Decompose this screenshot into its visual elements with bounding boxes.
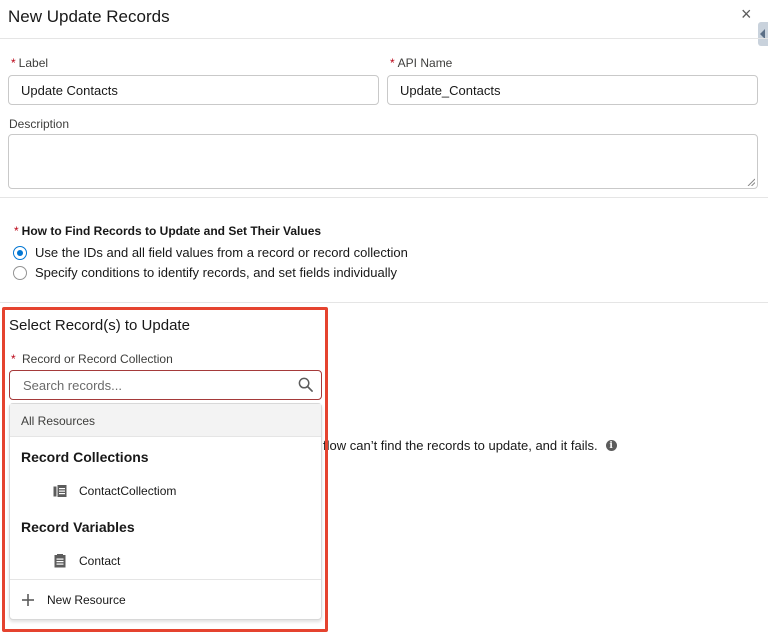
divider xyxy=(0,38,768,39)
radio-option-label: Use the IDs and all field values from a … xyxy=(35,245,408,260)
add-icon xyxy=(22,593,34,606)
all-resources-header[interactable]: All Resources xyxy=(10,404,321,437)
how-to-find-label: * How to Find Records to Update and Set T… xyxy=(14,224,322,238)
label-input-value: Update Contacts xyxy=(21,82,118,98)
radio-option-label: Specify conditions to identify records, … xyxy=(35,265,398,280)
list-item-contact[interactable]: Contact xyxy=(53,554,120,568)
record-icon xyxy=(54,554,66,568)
new-resource-label: New Resource xyxy=(47,592,126,607)
side-panel-toggle-icon[interactable] xyxy=(758,22,768,46)
divider xyxy=(0,197,768,198)
description-field-label: Description xyxy=(9,117,70,131)
radio-option-specify-conditions[interactable]: Specify conditions to identify records, … xyxy=(13,265,397,280)
list-item-label: Contact xyxy=(79,554,121,568)
divider xyxy=(0,302,768,303)
radio-button[interactable] xyxy=(13,265,27,280)
failure-note: flow can’t find the records to update, a… xyxy=(323,438,617,453)
radio-button[interactable] xyxy=(13,245,27,260)
list-item-label: ContactCollectiom xyxy=(79,484,177,498)
search-input[interactable] xyxy=(21,377,295,394)
list-item-contactcollectiom[interactable]: ContactCollectiom xyxy=(53,484,176,498)
label-field-label: * Label xyxy=(11,56,49,70)
radio-option-use-ids[interactable]: Use the IDs and all field values from a … xyxy=(13,245,408,260)
resize-handle-icon[interactable] xyxy=(747,178,755,186)
modal-title: New Update Records xyxy=(8,7,170,26)
resource-dropdown: All Resources Record Collections Contact… xyxy=(9,403,322,620)
new-resource-button[interactable]: New Resource xyxy=(10,579,321,619)
record-search-combobox[interactable] xyxy=(9,370,322,400)
search-icon[interactable] xyxy=(298,377,313,392)
description-textarea[interactable] xyxy=(8,134,758,189)
group-record-variables: Record Variables xyxy=(21,519,135,535)
section-title: Select Record(s) to Update xyxy=(9,317,190,334)
label-input[interactable]: Update Contacts xyxy=(8,75,379,105)
api-name-input[interactable]: Update_Contacts xyxy=(387,75,758,105)
collection-icon xyxy=(53,485,67,497)
close-icon[interactable]: × xyxy=(741,4,752,25)
api-name-field-label: * API Name xyxy=(390,56,453,70)
group-record-collections: Record Collections xyxy=(21,449,149,465)
info-icon[interactable]: i xyxy=(605,440,617,451)
record-collection-field-label: * Record or Record Collection xyxy=(11,352,173,366)
api-name-input-value: Update_Contacts xyxy=(400,82,501,98)
